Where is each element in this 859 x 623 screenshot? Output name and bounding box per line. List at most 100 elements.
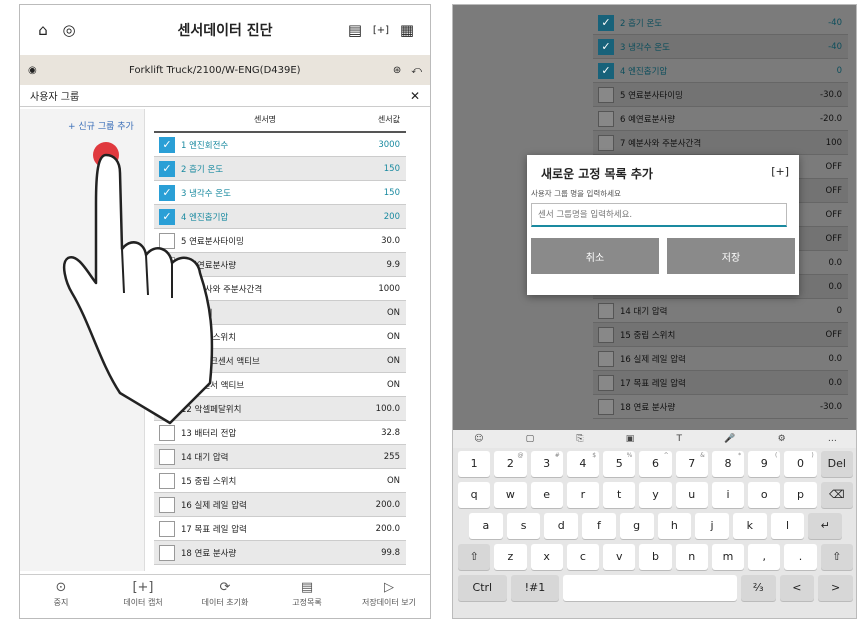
keyboard-key[interactable]: !#1 [510, 574, 560, 601]
keyboard-key[interactable]: w [494, 481, 527, 508]
row-checkbox[interactable]: ✓ [598, 14, 614, 31]
keyboard-key[interactable]: ⅔ [740, 574, 776, 601]
col-sensor-value[interactable]: 센서값 [346, 114, 406, 125]
table-row[interactable]: 15 중립 스위치 ON [154, 469, 406, 493]
keyboard-key[interactable]: f [582, 512, 616, 539]
table-row[interactable]: ✓ 2 흡기 온도 -40 [593, 11, 848, 35]
keyboard-key[interactable]: o [748, 481, 781, 508]
keyboard-key[interactable]: a [469, 512, 503, 539]
keyboard-key[interactable]: u [675, 481, 708, 508]
keyboard-key[interactable]: 5% [603, 450, 636, 477]
keyboard-key[interactable]: m [711, 543, 745, 570]
keyboard-key[interactable]: g [619, 512, 654, 539]
row-checkbox[interactable] [159, 448, 175, 465]
keyboard-key[interactable]: z [494, 543, 527, 570]
close-icon[interactable]: ✕ [410, 89, 420, 103]
connection-icon[interactable]: ⊛ [393, 65, 401, 76]
keyboard-key[interactable]: s [506, 512, 541, 539]
keyboard-key[interactable]: y [639, 481, 672, 508]
table-row[interactable]: 15 중립 스위치 OFF [593, 323, 848, 347]
keyboard-key[interactable]: v [603, 543, 636, 570]
keyboard-key[interactable]: 3 # [530, 450, 563, 477]
row-checkbox[interactable] [598, 326, 614, 343]
table-row[interactable]: 16 실제 레일 압력 0.0 [593, 347, 848, 371]
cancel-button[interactable]: 취소 [531, 238, 659, 274]
grid-icon[interactable]: ▦ [394, 21, 420, 39]
keyboard-tool-icon[interactable]: … [828, 434, 837, 444]
keyboard-key[interactable]: > [818, 574, 853, 601]
table-row[interactable]: 18 연료 분사량 -30.0 [593, 395, 848, 419]
keyboard-tool-icon[interactable]: ⚙ [778, 434, 786, 444]
table-row[interactable]: 16 실제 레일 압력 200.0 [154, 493, 406, 517]
row-checkbox[interactable] [159, 520, 175, 537]
keyboard-key[interactable]: i [711, 481, 745, 508]
table-row[interactable]: 17 목표 레일 압력 200.0 [154, 517, 406, 541]
keyboard-key[interactable]: t [603, 481, 636, 508]
keyboard-key[interactable]: p [784, 481, 817, 508]
keyboard-tool-icon[interactable]: ⎘ [576, 434, 583, 444]
keyboard-key[interactable] [563, 574, 737, 601]
nav-item[interactable]: ▷ 저장데이터 보기 [348, 575, 430, 618]
keyboard-key[interactable]: Ctrl [458, 574, 507, 601]
nav-item[interactable]: ▤ 고정목록 [266, 575, 348, 618]
table-row[interactable]: 6 예연료분사량 -20.0 [593, 107, 848, 131]
vehicle-icon[interactable]: ◎ [56, 21, 82, 39]
table-row[interactable]: 14 대기 압력 0 [593, 299, 848, 323]
keyboard-key[interactable]: d [544, 512, 579, 539]
keyboard-tool-icon[interactable]: T [676, 434, 682, 444]
keyboard-key[interactable]: 8 * [711, 450, 745, 477]
nav-item[interactable]: ⟳ 데이터 초기화 [184, 575, 266, 618]
table-row[interactable]: 5 연료분사타이밍 -30.0 [593, 83, 848, 107]
back-icon[interactable]: ⤺ [411, 65, 422, 76]
keyboard-key[interactable]: ↵ [808, 512, 843, 539]
keyboard-key[interactable]: ⇧ [820, 543, 853, 570]
keyboard-key[interactable]: x [530, 543, 563, 570]
group-name-input[interactable] [531, 203, 787, 227]
keyboard-key[interactable]: 2 @ [494, 450, 527, 477]
row-checkbox[interactable] [598, 350, 614, 367]
keyboard-key[interactable]: n [675, 543, 708, 570]
keyboard-key[interactable]: Del [820, 450, 853, 477]
expand-icon[interactable]: [+] [368, 25, 394, 36]
col-sensor-name[interactable]: 센서명 [184, 114, 346, 125]
table-row[interactable]: 14 대기 압력 255 [154, 445, 406, 469]
keyboard-key[interactable]: 0) [784, 450, 817, 477]
keyboard-key[interactable]: 1 [458, 450, 491, 477]
keyboard-key[interactable]: ⇧ [458, 543, 491, 570]
row-checkbox[interactable] [159, 496, 175, 513]
table-row[interactable]: 18 연료 분사량 99.8 [154, 541, 406, 565]
keyboard-key[interactable]: b [639, 543, 672, 570]
keyboard-key[interactable]: 6 ^ [639, 450, 672, 477]
keyboard-tool-icon[interactable]: 🎤 [724, 434, 735, 444]
keyboard-tool-icon[interactable]: ▣ [626, 434, 635, 444]
row-checkbox[interactable] [598, 374, 614, 391]
row-checkbox[interactable]: ✓ [598, 62, 614, 79]
table-row[interactable]: ✓ 3 냉각수 온도 -40 [593, 35, 848, 59]
keyboard-key[interactable]: q [458, 481, 491, 508]
row-checkbox[interactable] [159, 472, 175, 489]
keyboard-key[interactable]: < [779, 574, 815, 601]
row-checkbox[interactable] [598, 398, 614, 415]
keyboard-key[interactable]: . [784, 543, 817, 570]
add-group-button[interactable]: + 신규 그룹 추가 [20, 109, 144, 132]
save-button[interactable]: 저장 [667, 238, 795, 274]
table-row[interactable]: 7 예분사와 주분사간격 100 [593, 131, 848, 155]
row-checkbox[interactable] [598, 302, 614, 319]
keyboard-key[interactable]: ⌫ [820, 481, 853, 508]
keyboard-key[interactable]: e [530, 481, 563, 508]
keyboard-key[interactable]: k [732, 512, 767, 539]
keyboard-key[interactable]: r [566, 481, 600, 508]
row-checkbox[interactable] [598, 86, 614, 103]
row-checkbox[interactable]: ✓ [598, 38, 614, 55]
keyboard-key[interactable]: l [770, 512, 805, 539]
row-checkbox[interactable] [159, 544, 175, 561]
expand-icon[interactable]: [+] [771, 165, 789, 178]
keyboard-key[interactable]: , [748, 543, 781, 570]
keyboard-key[interactable]: 4 $ [566, 450, 600, 477]
nav-item[interactable]: [+] 데이터 캡처 [102, 575, 184, 618]
keyboard-key[interactable]: c [566, 543, 600, 570]
table-row[interactable]: 17 목표 레일 압력 0.0 [593, 371, 848, 395]
keyboard-tool-icon[interactable]: ▢ [526, 434, 535, 444]
keyboard-key[interactable]: 9( [748, 450, 781, 477]
row-checkbox[interactable] [598, 110, 614, 127]
